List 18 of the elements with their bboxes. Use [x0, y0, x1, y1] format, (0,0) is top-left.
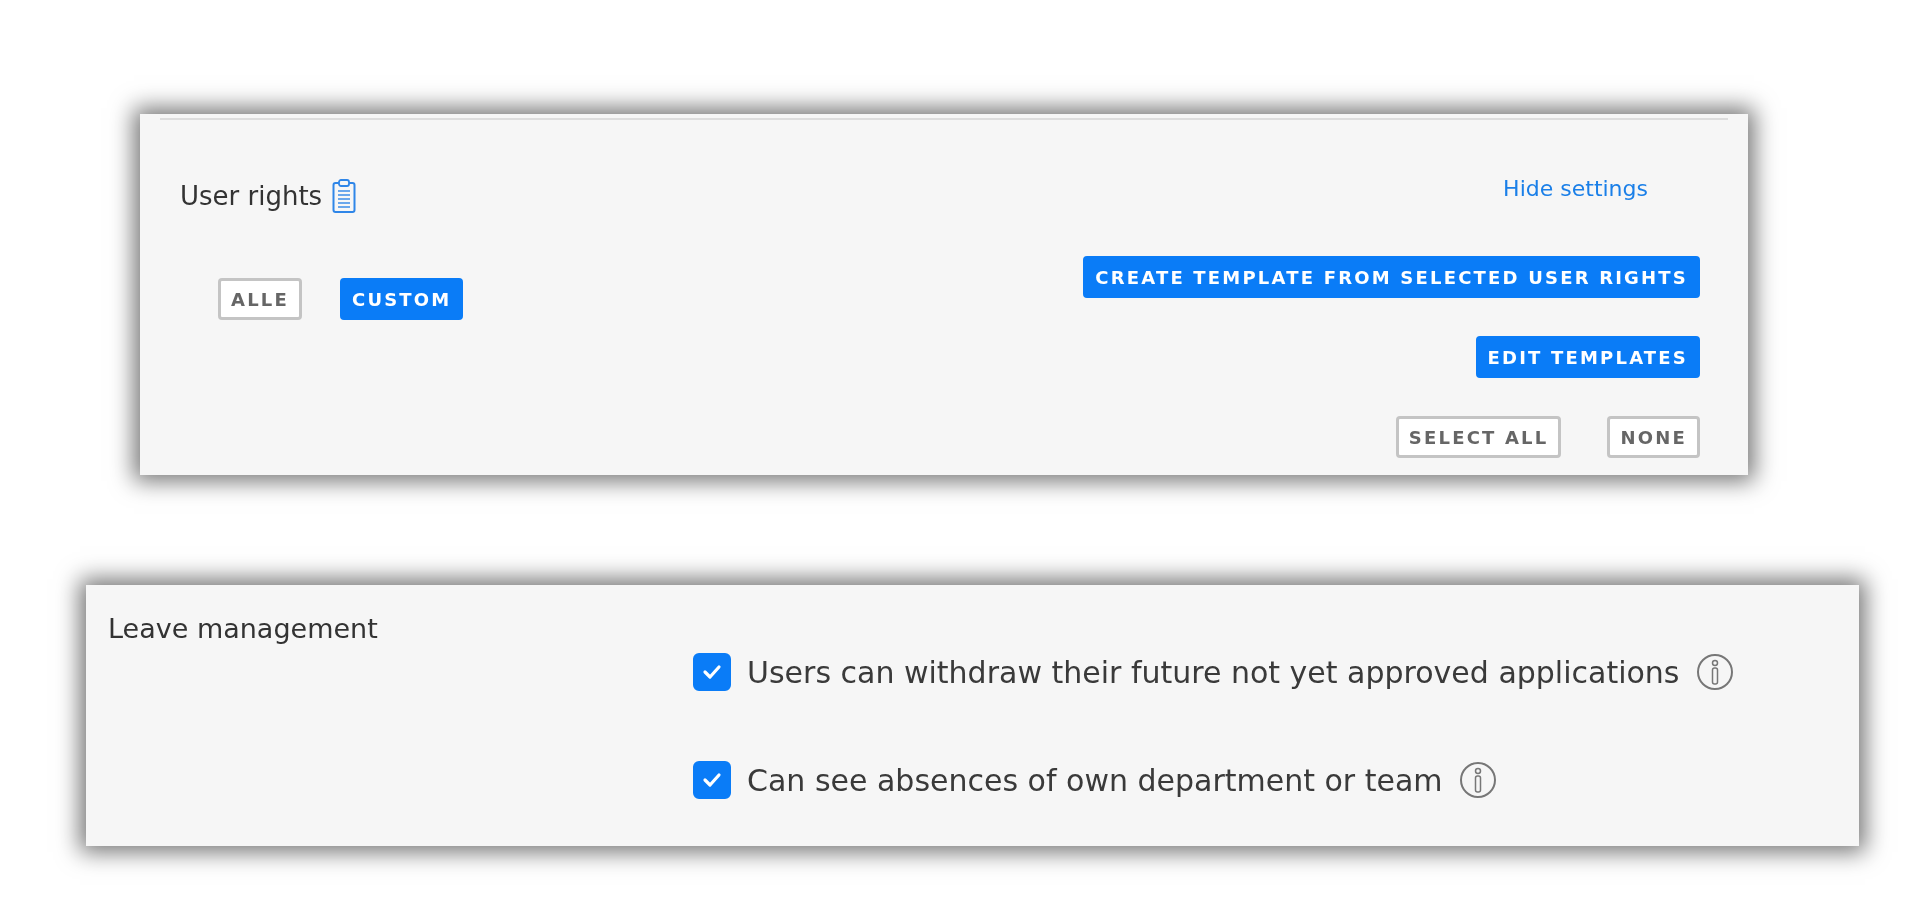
info-icon[interactable]: [1695, 653, 1734, 691]
section-title: User rights: [180, 181, 323, 211]
mode-button[interactable]: CUSTOM: [339, 278, 464, 320]
option-label: Users can withdraw their future not yet approved applications: [747, 654, 1680, 690]
section-title: Leave management: [108, 613, 379, 646]
select-all-button[interactable]: SELECT ALL: [1395, 416, 1562, 458]
checkbox[interactable]: [693, 761, 731, 799]
select-none-button[interactable]: NONE: [1607, 416, 1700, 458]
mode-button[interactable]: ALLE: [218, 278, 302, 320]
create-template-button[interactable]: CREATE TEMPLATE FROM SELECTED USER RIGHTS: [1083, 256, 1700, 298]
checkmark-icon: [702, 772, 722, 788]
clipboard-icon: [332, 178, 357, 214]
checkmark-icon: [702, 664, 722, 680]
info-icon[interactable]: [1458, 761, 1497, 799]
option-label: Can see absences of own department or team: [747, 762, 1443, 798]
edit-templates-button[interactable]: EDIT TEMPLATES: [1475, 336, 1700, 378]
checkbox[interactable]: [693, 653, 731, 691]
hide-settings-link[interactable]: Hide settings: [1503, 176, 1648, 201]
